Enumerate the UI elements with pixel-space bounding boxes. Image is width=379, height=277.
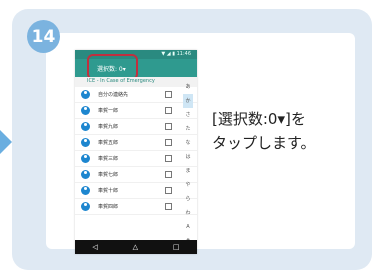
android-nav-bar: ◁ △ □ [75, 240, 197, 254]
step-number-badge: 14 [27, 20, 60, 53]
contact-checkbox[interactable] [165, 123, 172, 130]
avatar-icon [81, 154, 90, 163]
step-card: 14 ▼ ◢ ▮ 11:46 選択数: 0▾ ICE - In Case of … [12, 9, 372, 270]
kana-index-item[interactable]: や [183, 178, 193, 192]
contact-name: 車賀一郎 [98, 108, 119, 114]
avatar-icon [81, 90, 90, 99]
contact-name: 車賀十郎 [98, 188, 119, 194]
kana-index-item[interactable]: ら [183, 192, 193, 206]
list-item[interactable]: 車賀十郎 [75, 183, 197, 199]
kana-index-item[interactable]: あ [183, 80, 193, 94]
contact-name: 車賀九郎 [98, 124, 119, 130]
list-item[interactable]: 車賀七郎 [75, 167, 197, 183]
list-item[interactable]: 車賀一郎 [75, 103, 197, 119]
instruction-line: タップします。 [212, 134, 316, 152]
recents-icon[interactable]: □ [173, 243, 180, 251]
kana-index-item[interactable]: さ [183, 108, 193, 122]
contact-checkbox[interactable] [165, 155, 172, 162]
kana-index-item[interactable]: ま [183, 164, 193, 178]
contact-checkbox[interactable] [165, 171, 172, 178]
home-icon[interactable]: △ [133, 243, 138, 251]
phone-screenshot: ▼ ◢ ▮ 11:46 選択数: 0▾ ICE - In Case of Eme… [75, 50, 197, 254]
kana-index-item[interactable]: A [183, 220, 193, 234]
avatar-icon [81, 138, 90, 147]
contact-checkbox[interactable] [165, 203, 172, 210]
list-item[interactable]: 車賀九郎 [75, 119, 197, 135]
contact-name: 車賀四郎 [98, 204, 119, 210]
contact-name: 車賀七郎 [98, 172, 119, 178]
kana-index-item[interactable]: な [183, 136, 193, 150]
group-header: ICE - In Case of Emergency [75, 77, 197, 87]
kana-index-bar[interactable]: あ か さ た な は ま や ら わ A # [183, 80, 193, 248]
list-item[interactable]: 車賀四郎 [75, 199, 197, 215]
list-item[interactable]: 自分の連絡先 [75, 87, 197, 103]
contact-checkbox[interactable] [165, 91, 172, 98]
avatar-icon [81, 186, 90, 195]
back-icon[interactable]: ◁ [92, 243, 97, 251]
avatar-icon [81, 202, 90, 211]
contact-checkbox[interactable] [165, 187, 172, 194]
kana-index-item[interactable]: わ [183, 206, 193, 220]
avatar-icon [81, 170, 90, 179]
pointer-arrow-icon [0, 130, 12, 154]
group-header-label: ICE - In Case of Emergency [87, 78, 155, 84]
contact-name: 車賀三郎 [98, 156, 119, 162]
instruction-text: [選択数:0▾]を タップします。 [212, 107, 352, 155]
kana-index-item[interactable]: は [183, 150, 193, 164]
contact-checkbox[interactable] [165, 107, 172, 114]
instruction-line: [選択数:0▾]を [212, 110, 306, 128]
contact-list: 自分の連絡先 車賀一郎 車賀九郎 車賀五郎 車賀三郎 車賀七郎 車賀十郎 車賀四… [75, 87, 197, 215]
contact-checkbox[interactable] [165, 139, 172, 146]
avatar-icon [81, 106, 90, 115]
list-item[interactable]: 車賀三郎 [75, 151, 197, 167]
list-item[interactable]: 車賀五郎 [75, 135, 197, 151]
contact-name: 自分の連絡先 [98, 92, 129, 98]
status-icons: ▼ ◢ ▮ 11:46 [161, 51, 191, 57]
contact-name: 車賀五郎 [98, 140, 119, 146]
kana-index-item[interactable]: た [183, 122, 193, 136]
kana-index-item[interactable]: か [183, 94, 193, 108]
avatar-icon [81, 122, 90, 131]
